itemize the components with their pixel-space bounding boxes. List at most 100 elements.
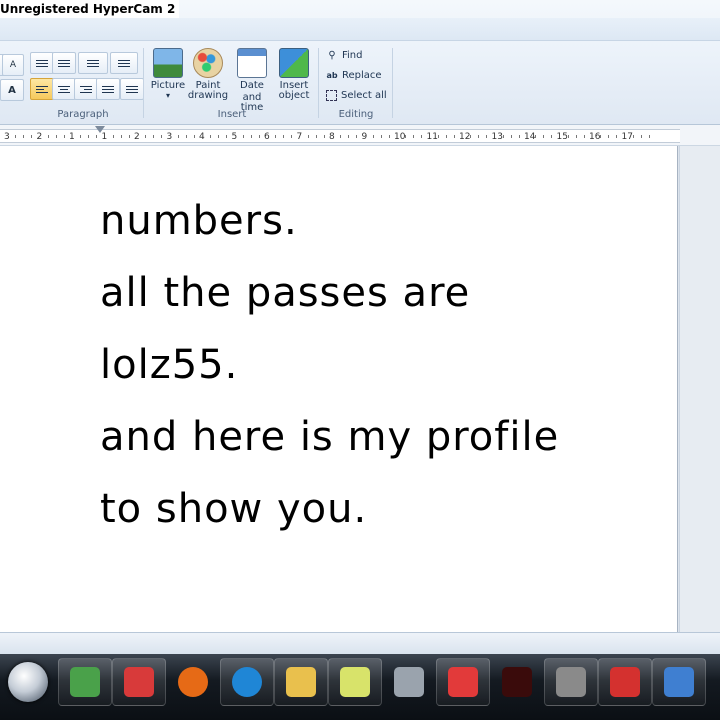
ruler-tick-label: 14 [524,132,536,142]
ruler-minor-tick [307,135,309,138]
ruler-tick-label: 3 [166,132,173,142]
document-line: all the passes are [100,270,471,316]
ruler-minor-tick [437,135,439,138]
line-spacing-button[interactable] [110,52,138,74]
editing-group-label: Editing [338,109,374,120]
taskbar-button[interactable] [112,658,166,706]
hypercam-icon [556,667,586,697]
replace-icon: ab [326,70,338,80]
wordpad-icon [664,667,694,697]
ruler-minor-tick [96,135,98,138]
vertical-scrollbar[interactable] [679,146,720,634]
taskbar [0,654,720,720]
ruler-tick-label: 6 [264,132,270,142]
ruler-minor-tick [413,135,415,138]
sticky-notes-icon [340,667,370,697]
align-center-button[interactable] [52,78,76,100]
ruler-tick-label: 1 [101,132,108,142]
taskbar-button[interactable] [436,658,490,706]
ruler-minor-tick [15,135,17,138]
ruler-minor-tick [63,135,65,138]
picture-button[interactable]: Picture ▾ [146,48,190,108]
ruler-minor-tick [185,135,187,138]
increase-indent-button[interactable] [52,52,76,74]
document-page[interactable]: numbers. all the passes are lolz55. and … [0,146,678,632]
taskbar-button[interactable] [490,658,544,706]
ruler-minor-tick [193,135,195,138]
ruler-tick-label: 12 [459,132,471,142]
hypercam-watermark: Unregistered HyperCam 2 [0,0,180,18]
select-all-icon [326,89,337,101]
bullets-button[interactable] [78,52,108,74]
replace-button[interactable]: ab Replace [326,67,382,83]
ruler-minor-tick [632,135,634,138]
first-line-indent-marker[interactable] [95,126,105,133]
ruler-minor-tick [640,135,642,138]
replace-label: Replace [342,69,382,81]
taskbar-button[interactable] [652,658,706,706]
ruler-minor-tick [616,135,618,138]
object-label: object [278,90,310,101]
align-right-button[interactable] [74,78,98,100]
paint-drawing-icon [193,48,223,78]
ruler-minor-tick [372,135,374,138]
paragraph-dialog-button[interactable] [120,78,144,100]
calendar-clock-icon [237,48,267,78]
taskbar-button[interactable] [58,658,112,706]
grow-font-button[interactable]: A [2,54,24,76]
insert-object-button[interactable]: Insert object [272,48,316,108]
taskbar-button[interactable] [274,658,328,706]
justify-button[interactable] [96,78,120,100]
ruler-minor-tick [31,135,33,138]
paint-drawing-button[interactable]: Paint drawing [186,48,230,108]
ruler-minor-tick [47,135,49,138]
taskbar-button[interactable] [544,658,598,706]
pinned-red-app-icon [124,667,154,697]
start-button[interactable] [8,662,48,702]
taskbar-button[interactable] [220,658,274,706]
find-button[interactable]: ⚲ Find [326,47,363,63]
ruler-minor-tick [600,135,602,138]
ruler: 3 2 1 1 2 3 4 5 6 7 8 9 10 11 12 13 14 15 16 17 [0,125,720,146]
ruler-minor-tick [23,135,25,138]
ruler-tick-label: 15 [556,132,568,142]
ruler-tick-label: 17 [621,132,633,142]
ruler-minor-tick [340,135,342,138]
group-divider [143,48,144,118]
decrease-indent-button[interactable] [30,52,54,74]
ruler-tick-label: 8 [329,132,335,142]
ruler-minor-tick [128,135,130,138]
ribbon-tab-strip [0,18,720,41]
align-left-button[interactable] [30,78,54,100]
taskbar-button[interactable] [598,658,652,706]
ruler-minor-tick [380,135,382,138]
ruler-minor-tick [648,135,650,138]
group-divider [392,48,393,118]
date-and-time-button[interactable]: Date and time [230,48,274,113]
ruler-minor-tick [210,135,212,138]
ruler-tick-label: 13 [491,132,503,142]
ruler-minor-tick [88,135,90,138]
windows-live-messenger-icon [70,667,100,697]
insert-group: Picture ▾ Paint drawing Date and time In… [146,42,318,122]
ruler-minor-tick [250,135,252,138]
ruler-minor-tick [120,135,122,138]
find-label: Find [342,49,363,61]
taskbar-button[interactable] [166,658,220,706]
ruler-tick-label: 5 [231,132,238,142]
ruler-tick-label: 4 [199,132,205,142]
ruler-minor-tick [502,135,504,138]
ruler-minor-tick [55,135,57,138]
font-color-button[interactable]: A [0,79,24,101]
ruler-tick-label: 1 [69,132,75,142]
ruler-tick-label: 16 [589,132,601,142]
ruler-minor-tick [583,135,585,138]
select-all-button[interactable]: Select all [326,87,387,103]
drawing-label: drawing [187,90,229,101]
ruler-minor-tick [405,135,407,138]
select-all-label: Select all [341,89,387,101]
taskbar-button[interactable] [382,658,436,706]
ruler-tick-label: 7 [296,132,303,142]
taskbar-button[interactable] [328,658,382,706]
ruler-minor-tick [161,135,163,138]
